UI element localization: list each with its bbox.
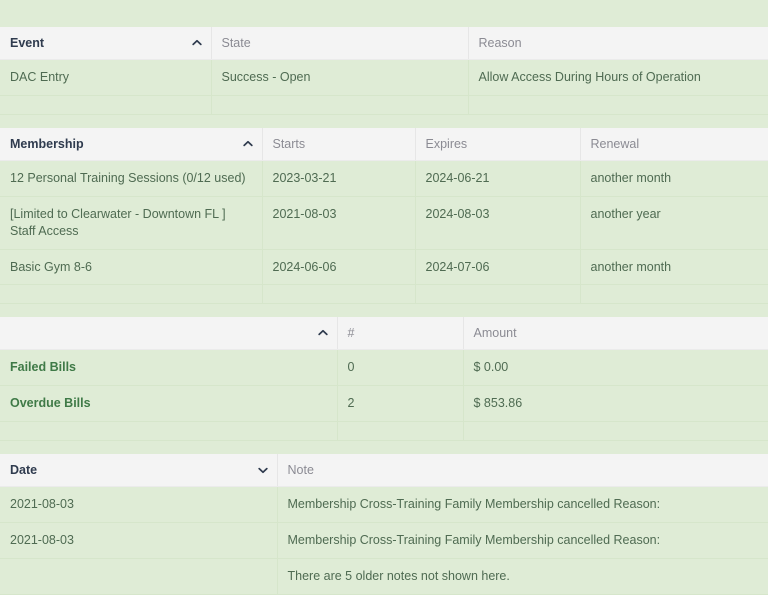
column-header-starts-label: Starts bbox=[272, 136, 306, 151]
section-gap bbox=[0, 304, 768, 318]
membership-table: Membership Starts Expires Renewal 12 Per… bbox=[0, 127, 768, 305]
column-header-reason-label: Reason bbox=[478, 36, 522, 50]
cell-count: 2 bbox=[337, 385, 464, 423]
cell-expires: 2024-08-03 bbox=[415, 196, 581, 250]
column-header-amount[interactable]: Amount bbox=[463, 317, 768, 351]
membership-table-container: Membership Starts Expires Renewal 12 Per… bbox=[0, 127, 768, 305]
column-header-event-label: Event bbox=[10, 36, 45, 50]
column-header-expires-label: Expires bbox=[425, 136, 468, 151]
column-header-state-label: State bbox=[221, 36, 251, 50]
column-header-note-label: Note bbox=[287, 463, 314, 478]
column-header-date-label: Date bbox=[10, 463, 38, 478]
cell-starts: 2021-08-03 bbox=[262, 196, 416, 250]
cell-note: Membership Cross-Training Family Members… bbox=[277, 486, 768, 523]
section-gap bbox=[0, 441, 768, 455]
cell-note: Membership Cross-Training Family Members… bbox=[277, 522, 768, 559]
column-header-count-label: # bbox=[347, 326, 355, 341]
table-row[interactable]: 2021-08-03 Membership Cross-Training Fam… bbox=[0, 522, 768, 559]
column-header-expires[interactable]: Expires bbox=[415, 127, 581, 161]
chevron-up-icon[interactable] bbox=[191, 38, 202, 48]
notes-table: Date Note 2021-08-03 Membership Cross-Tr… bbox=[0, 454, 768, 595]
chevron-up-icon[interactable] bbox=[242, 139, 253, 149]
cell-starts: 2023-03-21 bbox=[262, 160, 416, 197]
table-row[interactable]: Basic Gym 8-6 2024-06-06 2024-07-06 anot… bbox=[0, 249, 768, 286]
cell-renewal: another year bbox=[580, 196, 768, 250]
table-row[interactable]: Failed Bills 0 $ 0.00 bbox=[0, 349, 768, 387]
cell-renewal: another month bbox=[580, 249, 768, 286]
bills-table-header-row: # Amount bbox=[0, 317, 768, 351]
cell-membership: Basic Gym 8-6 bbox=[0, 249, 263, 286]
section-gap bbox=[0, 114, 768, 128]
page-root: Event State Reason DAC Entry Success - O… bbox=[0, 0, 768, 595]
cell-starts: 2024-06-06 bbox=[262, 249, 416, 286]
table-filler-row bbox=[0, 284, 768, 305]
cell-amount: $ 0.00 bbox=[463, 349, 768, 387]
chevron-up-icon[interactable] bbox=[317, 328, 328, 338]
cell-expires: 2024-07-06 bbox=[415, 249, 581, 286]
bills-table-container: # Amount Failed Bills 0 $ 0.00 Overdue B… bbox=[0, 317, 768, 442]
table-row[interactable]: [Limited to Clearwater - Downtown FL ] S… bbox=[0, 196, 768, 250]
table-row[interactable]: Overdue Bills 2 $ 853.86 bbox=[0, 385, 768, 423]
table-filler-row bbox=[0, 421, 768, 442]
table-row[interactable]: 12 Personal Training Sessions (0/12 used… bbox=[0, 160, 768, 197]
table-row[interactable]: DAC Entry Success - Open Allow Access Du… bbox=[0, 59, 768, 96]
bills-table: # Amount Failed Bills 0 $ 0.00 Overdue B… bbox=[0, 317, 768, 442]
table-filler-row bbox=[0, 95, 768, 115]
cell-renewal: another month bbox=[580, 160, 768, 197]
event-table-header-row: Event State Reason bbox=[0, 27, 768, 60]
column-header-count[interactable]: # bbox=[337, 317, 464, 351]
cell-expires: 2024-06-21 bbox=[415, 160, 581, 197]
cell-date: 2021-08-03 bbox=[0, 486, 278, 523]
cell-note: There are 5 older notes not shown here. bbox=[277, 558, 768, 595]
membership-table-header-row: Membership Starts Expires Renewal bbox=[0, 127, 768, 161]
table-row[interactable]: 2021-08-03 Membership Cross-Training Fam… bbox=[0, 486, 768, 523]
cell-bill-type: Overdue Bills bbox=[0, 385, 338, 423]
top-spacer bbox=[0, 0, 768, 27]
column-header-amount-label: Amount bbox=[473, 326, 517, 341]
column-header-renewal-label: Renewal bbox=[590, 136, 640, 151]
cell-date: 2021-08-03 bbox=[0, 522, 278, 559]
cell-membership: [Limited to Clearwater - Downtown FL ] S… bbox=[0, 196, 263, 250]
column-header-membership-label: Membership bbox=[10, 136, 84, 151]
notes-table-container: Date Note 2021-08-03 Membership Cross-Tr… bbox=[0, 454, 768, 595]
event-table: Event State Reason DAC Entry Success - O… bbox=[0, 27, 768, 115]
cell-bill-type: Failed Bills bbox=[0, 349, 338, 387]
cell-state: Success - Open bbox=[211, 59, 469, 96]
event-table-container: Event State Reason DAC Entry Success - O… bbox=[0, 27, 768, 115]
column-header-membership[interactable]: Membership bbox=[0, 127, 263, 161]
cell-reason: Allow Access During Hours of Operation bbox=[468, 59, 768, 96]
cell-event: DAC Entry bbox=[0, 59, 212, 96]
column-header-state[interactable]: State bbox=[211, 27, 469, 60]
column-header-starts[interactable]: Starts bbox=[262, 127, 416, 161]
column-header-reason[interactable]: Reason bbox=[468, 27, 768, 60]
column-header-bill-type[interactable] bbox=[0, 317, 338, 351]
column-header-date[interactable]: Date bbox=[0, 454, 278, 488]
column-header-event[interactable]: Event bbox=[0, 27, 212, 60]
cell-date bbox=[0, 558, 278, 595]
column-header-note[interactable]: Note bbox=[277, 454, 768, 488]
cell-amount: $ 853.86 bbox=[463, 385, 768, 423]
column-header-renewal[interactable]: Renewal bbox=[580, 127, 768, 161]
table-row[interactable]: There are 5 older notes not shown here. bbox=[0, 558, 768, 595]
cell-count: 0 bbox=[337, 349, 464, 387]
cell-membership: 12 Personal Training Sessions (0/12 used… bbox=[0, 160, 263, 197]
notes-table-header-row: Date Note bbox=[0, 454, 768, 488]
chevron-down-icon[interactable] bbox=[257, 465, 268, 475]
